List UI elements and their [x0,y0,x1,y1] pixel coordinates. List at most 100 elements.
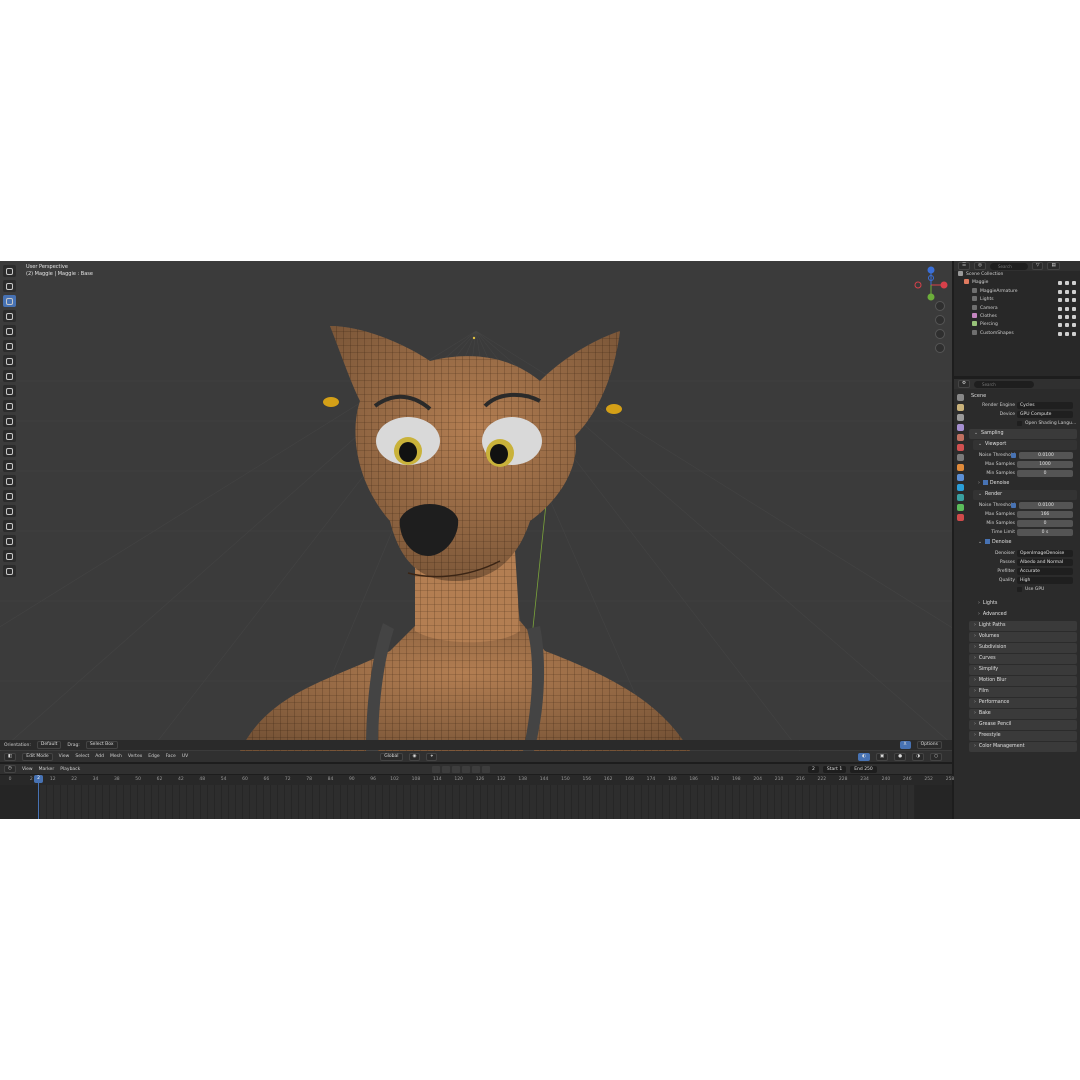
snap-icon[interactable]: ⌖ [426,752,438,761]
timeline-menu-playback[interactable]: Playback [60,767,80,772]
display-mode-icon[interactable]: ◎ [974,262,986,270]
filter-icon[interactable]: ▽ [1031,262,1044,270]
jump-end-icon[interactable] [482,766,490,773]
menu-uv[interactable]: UV [182,754,188,759]
object-tab-icon[interactable] [956,464,964,471]
vp-denoise-subpanel[interactable]: › Denoise [973,479,1077,489]
orientation-dropdown[interactable]: Default [36,741,62,749]
shrink-tool-icon[interactable] [3,535,16,547]
outliner-item[interactable]: Clothes [954,312,1080,321]
r-noise-field[interactable]: 0.0100 [1019,502,1073,509]
cursor-tool-icon[interactable] [3,280,16,292]
rotate-tool-icon[interactable] [3,310,16,322]
prefilter-dropdown[interactable]: Accurate [1017,568,1073,575]
menu-vertex[interactable]: Vertex [128,754,142,759]
property-panel[interactable]: › Motion Blur [969,676,1077,686]
knife-tool-icon[interactable] [3,460,16,472]
particles-tab-icon[interactable] [956,484,964,491]
outliner-item[interactable]: Maggie [954,279,1080,287]
scene-tab-icon[interactable] [956,434,964,441]
world-tab-icon[interactable] [956,444,964,451]
bevel-tool-icon[interactable] [3,430,16,442]
render-subpanel[interactable]: ⌄ Render [973,490,1077,500]
jump-start-icon[interactable] [432,766,440,773]
r-time-field[interactable]: 0 s [1017,529,1073,536]
r-min-field[interactable]: 0 [1017,520,1073,527]
physics-tab-icon[interactable] [956,494,964,501]
render-engine-dropdown[interactable]: Cycles [1017,402,1073,409]
3d-viewport[interactable]: User Perspective (2) Maggie | Maggie : B… [0,261,952,751]
property-panel[interactable]: › Curves [969,654,1077,664]
output-tab-icon[interactable] [956,414,964,421]
transform-tool-icon[interactable] [3,340,16,352]
prev-keyframe-icon[interactable] [442,766,450,773]
pan-hand-icon[interactable] [935,315,945,325]
x-mirror-toggle[interactable]: X [899,741,911,749]
drag-dropdown[interactable]: Select Box [85,741,118,749]
vp-min-field[interactable]: 0 [1017,470,1073,477]
property-panel[interactable]: › Subdivision [969,643,1077,653]
properties-search-input[interactable]: Search [974,380,1035,388]
shading-material-icon[interactable]: ◑ [912,752,925,761]
rip-tool-icon[interactable] [3,565,16,577]
new-collection-icon[interactable]: ▤ [1047,262,1060,270]
menu-add[interactable]: Add [95,754,104,759]
timeline-editor-icon[interactable]: ◷ [4,765,16,773]
device-dropdown[interactable]: GPU Compute [1017,411,1073,418]
sampling-panel[interactable]: ⌄ Sampling [969,429,1077,439]
pivot-icon[interactable]: ◉ [408,752,421,761]
outliner-item[interactable]: Scene Collection [954,271,1080,279]
render-tab-icon[interactable] [956,404,964,411]
property-panel[interactable]: › Film [969,687,1077,697]
visibility-toggles[interactable] [1058,323,1076,328]
property-panel[interactable]: › Volumes [969,632,1077,642]
property-panel[interactable]: › Bake [969,709,1077,719]
lights-subpanel[interactable]: › Lights [973,599,1077,609]
menu-face[interactable]: Face [166,754,176,759]
frame-ruler[interactable]: 0 2 12 22 34 38 50 62 42 48 54 60 66 72 78 84 90 96 102 108… [0,775,954,785]
viewport-subpanel[interactable]: ⌄ Viewport [973,440,1077,450]
shear-tool-icon[interactable] [3,550,16,562]
vp-max-field[interactable]: 1000 [1017,461,1073,468]
inset-tool-icon[interactable] [3,415,16,427]
osl-checkbox[interactable] [1017,421,1022,426]
options-dropdown[interactable]: Options [916,741,942,749]
outliner-search-input[interactable]: Search [989,262,1028,270]
visibility-toggles[interactable] [1058,298,1076,303]
visibility-toggles[interactable] [1058,314,1076,319]
visibility-toggles[interactable] [1058,331,1076,336]
material-tab-icon[interactable] [956,514,964,521]
poly-build-tool-icon[interactable] [3,475,16,487]
mode-dropdown[interactable]: Edit Mode [22,752,53,761]
data-tab-icon[interactable] [956,504,964,511]
play-icon[interactable] [462,766,470,773]
loop-cut-tool-icon[interactable] [3,445,16,457]
menu-mesh[interactable]: Mesh [110,754,122,759]
timeline-menu-marker[interactable]: Marker [39,767,55,772]
smooth-tool-icon[interactable] [3,505,16,517]
timeline-track[interactable] [0,785,952,819]
navigation-gizmo[interactable] [913,265,949,305]
menu-view[interactable]: View [59,754,70,759]
quality-dropdown[interactable]: High [1017,577,1073,584]
collection-tab-icon[interactable] [956,454,964,461]
spin-tool-icon[interactable] [3,490,16,502]
select-tool-icon[interactable] [3,265,16,277]
r-max-field[interactable]: 166 [1017,511,1073,518]
denoiser-dropdown[interactable]: OpenImageDenoise [1017,550,1073,557]
camera-view-icon[interactable] [935,329,945,339]
start-frame-field[interactable]: Start 1 [822,766,847,773]
scale-tool-icon[interactable] [3,325,16,337]
xray-toggle-icon[interactable]: ▣ [875,752,889,761]
passes-dropdown[interactable]: Albedo and Normal [1017,559,1073,566]
advanced-subpanel[interactable]: › Advanced [973,610,1077,620]
grid-toggle-icon[interactable] [935,343,945,353]
property-panel[interactable]: › Simplify [969,665,1077,675]
overlay-toggle-icon[interactable]: ◐ [857,752,870,761]
menu-edge[interactable]: Edge [148,754,159,759]
add-cube-tool-icon[interactable] [3,385,16,397]
outliner-item[interactable]: Lights [954,296,1080,304]
properties-editor-icon[interactable]: ⚙ [958,380,971,388]
property-panel[interactable]: › Light Paths [969,621,1077,631]
property-panel[interactable]: › Freestyle [969,731,1077,741]
